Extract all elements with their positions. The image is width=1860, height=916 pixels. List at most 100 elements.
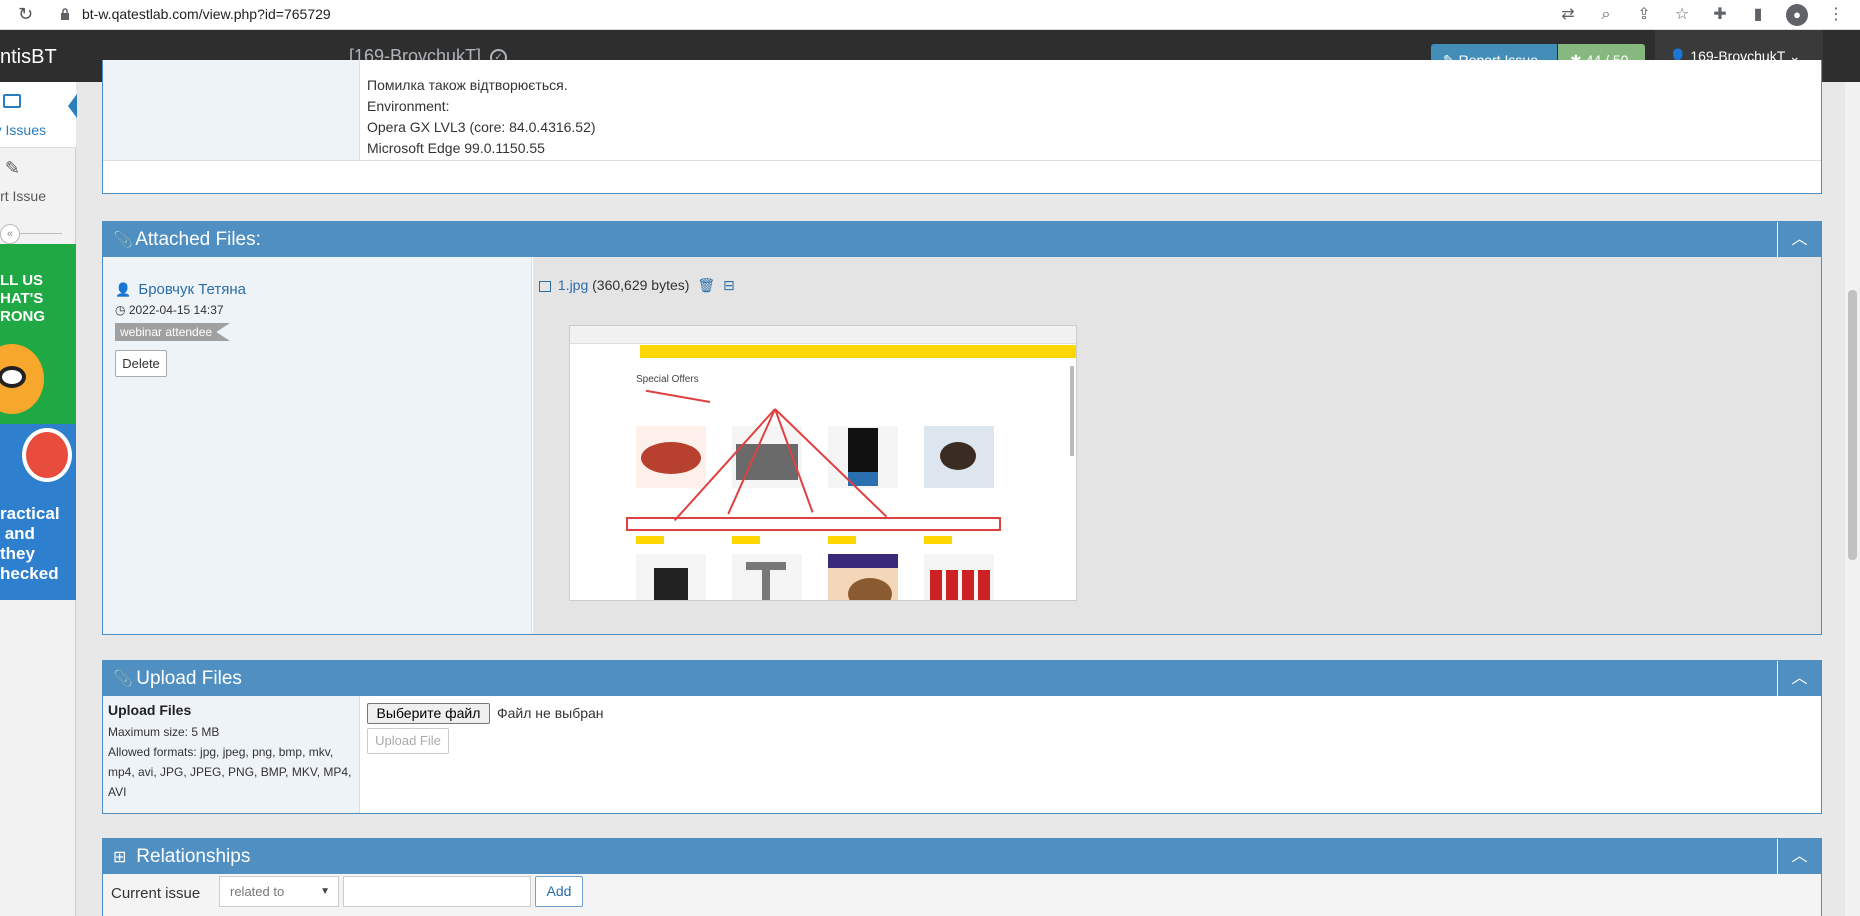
paperclip-icon: 📎 (113, 232, 133, 249)
lock-icon (61, 8, 69, 20)
preview-add-button (636, 536, 664, 544)
file-size: (360,629 bytes) (592, 277, 690, 293)
image-file-icon (539, 280, 551, 292)
collapse-button[interactable]: ︿ (1777, 839, 1821, 874)
no-file-chosen-text: Файл не выбран (497, 705, 604, 721)
attachment-row: 👤 Бровчук Тетяна ◷ 2022-04-15 14:37 webi… (103, 257, 1821, 634)
section-title: Relationships (136, 846, 251, 867)
divider (103, 160, 1821, 161)
section-title: Attached Files: (135, 229, 261, 250)
app-logo-text[interactable]: ntisBT (0, 46, 57, 69)
chevron-down-icon: ▼ (320, 886, 330, 897)
sidebar: v Issues ✎ ort Issue « LL US HAT'S RONG … (0, 82, 77, 916)
description-text: Помилка також відтворюється. Environment… (367, 75, 596, 159)
description-line: Microsoft Edge 99.0.1150.55 (367, 140, 545, 156)
relationship-type-select[interactable]: related to ▼ (219, 876, 339, 907)
relationships-section: ⊞ Relationships ︿ Current issue related … (102, 838, 1822, 916)
preview-annotation-arrow (645, 389, 711, 403)
section-header: 📎 Upload Files ︿ (103, 661, 1821, 696)
page-scrollbar[interactable] (1845, 82, 1860, 916)
file-link[interactable]: 1.jpg (558, 277, 588, 293)
promo-banner-green[interactable]: LL US HAT'S RONG (0, 244, 76, 424)
extensions-icon[interactable]: ✚ (1710, 5, 1730, 25)
clock-icon: ◷ (115, 303, 126, 317)
preview-product-card (924, 554, 994, 600)
timestamp: ◷ 2022-04-15 14:37 (115, 303, 224, 317)
side-panel-icon[interactable]: ▮ (1748, 5, 1768, 25)
choose-file-button[interactable]: Выберите файл (367, 703, 490, 724)
share-icon[interactable]: ⇪ (1634, 5, 1654, 25)
collapse-preview-icon[interactable]: ⊟ (723, 277, 735, 293)
max-size-text: Maximum size: 5 MB (108, 725, 220, 739)
upload-files-section: 📎 Upload Files ︿ Upload Files Maximum si… (102, 660, 1822, 814)
character-image (22, 428, 72, 482)
preview-product-card (636, 554, 706, 600)
preview-product-card (732, 554, 802, 600)
preview-add-button (828, 536, 856, 544)
preview-add-button (924, 536, 952, 544)
browser-toolbar: ↻ bt-w.qatestlab.com/view.php?id=765729 … (0, 0, 1860, 30)
browser-actions: ⇄ ⌕ ⇪ ☆ ✚ ▮ ● ⋮ (1558, 4, 1846, 26)
section-header: ⊞ Relationships ︿ (103, 839, 1821, 874)
reload-icon[interactable]: ↻ (18, 4, 33, 25)
edit-icon: ✎ (4, 158, 20, 178)
upload-info: Upload Files Maximum size: 5 MB Allowed … (103, 696, 360, 813)
author: 👤 Бровчук Тетяна (115, 281, 246, 298)
sidebar-item-label: ort Issue (0, 188, 46, 204)
description-line: Environment: (367, 98, 450, 114)
attachment-meta: 👤 Бровчук Тетяна ◷ 2022-04-15 14:37 webi… (103, 257, 532, 634)
sitemap-icon: ⊞ (113, 849, 127, 866)
preview-heading: Special Offers (636, 374, 699, 385)
allowed-formats-text: Allowed formats: jpg, jpeg, png, bmp, mk… (108, 745, 352, 799)
upload-row: Upload Files Maximum size: 5 MB Allowed … (103, 696, 1821, 813)
upload-label: Upload Files (108, 702, 192, 718)
paperclip-icon: 📎 (113, 671, 133, 688)
sidebar-item-report-issue[interactable]: ✎ ort Issue (0, 148, 76, 214)
author-link[interactable]: Бровчук Тетяна (138, 281, 246, 298)
add-relationship-button[interactable]: Add (535, 876, 583, 907)
list-icon (3, 94, 21, 108)
sidebar-item-label: v Issues (0, 122, 46, 138)
preview-product-card (828, 554, 898, 600)
collapse-button[interactable]: ︿ (1777, 222, 1821, 257)
preview-nav-bar (640, 345, 1076, 358)
profile-avatar-icon[interactable]: ● (1786, 4, 1808, 26)
bookmark-star-icon[interactable]: ☆ (1672, 5, 1692, 25)
promo-banner-text: LL US HAT'S RONG (0, 272, 45, 325)
double-chevron-left-icon[interactable]: « (0, 224, 20, 244)
translate-icon[interactable]: ⇄ (1558, 5, 1578, 25)
user-badge: webinar attendee (115, 323, 231, 341)
section-title: Upload Files (136, 668, 242, 689)
section-header: 📎 Attached Files: ︿ (103, 222, 1821, 257)
image-preview[interactable]: Special Offers (569, 325, 1077, 601)
preview-product-card (828, 426, 898, 488)
attachment-content: 1.jpg (360,629 bytes) 🗑 ⊟ Special Offers (533, 257, 1821, 634)
trash-icon[interactable]: 🗑 (697, 277, 715, 293)
promo-banner-blue[interactable]: ractical and they hecked (0, 424, 76, 600)
sidebar-collapse-toggle[interactable]: « (0, 224, 76, 244)
scrollbar-thumb[interactable] (1848, 290, 1857, 560)
description-line: Opera GX LVL3 (core: 84.0.4316.52) (367, 119, 596, 135)
preview-add-button (732, 536, 760, 544)
select-value: related to (230, 884, 285, 899)
menu-dots-icon[interactable]: ⋮ (1826, 5, 1846, 25)
user-icon: 👤 (115, 282, 132, 297)
preview-product-card (924, 426, 994, 488)
preview-price-highlight (626, 517, 1001, 531)
delete-button[interactable]: Delete (115, 350, 167, 377)
current-issue-label: Current issue (111, 885, 201, 902)
zoom-icon[interactable]: ⌕ (1596, 5, 1616, 25)
related-issue-input[interactable] (343, 876, 531, 907)
active-indicator (68, 94, 77, 118)
upload-file-button[interactable]: Upload File (367, 728, 449, 754)
preview-product-card (636, 426, 706, 488)
preview-browser-bar (570, 326, 1076, 344)
issue-details-panel: Помилка також відтворюється. Environment… (102, 60, 1822, 194)
file-info: 1.jpg (360,629 bytes) 🗑 ⊟ (539, 277, 735, 294)
upload-controls: Выберите файл Файл не выбран Upload File (361, 696, 1821, 813)
field-label-cell (103, 60, 360, 160)
collapse-button[interactable]: ︿ (1777, 661, 1821, 696)
address-bar[interactable]: bt-w.qatestlab.com/view.php?id=765729 (82, 6, 331, 22)
sidebar-item-view-issues[interactable]: v Issues (0, 82, 77, 148)
description-line: Помилка також відтворюється. (367, 77, 568, 93)
